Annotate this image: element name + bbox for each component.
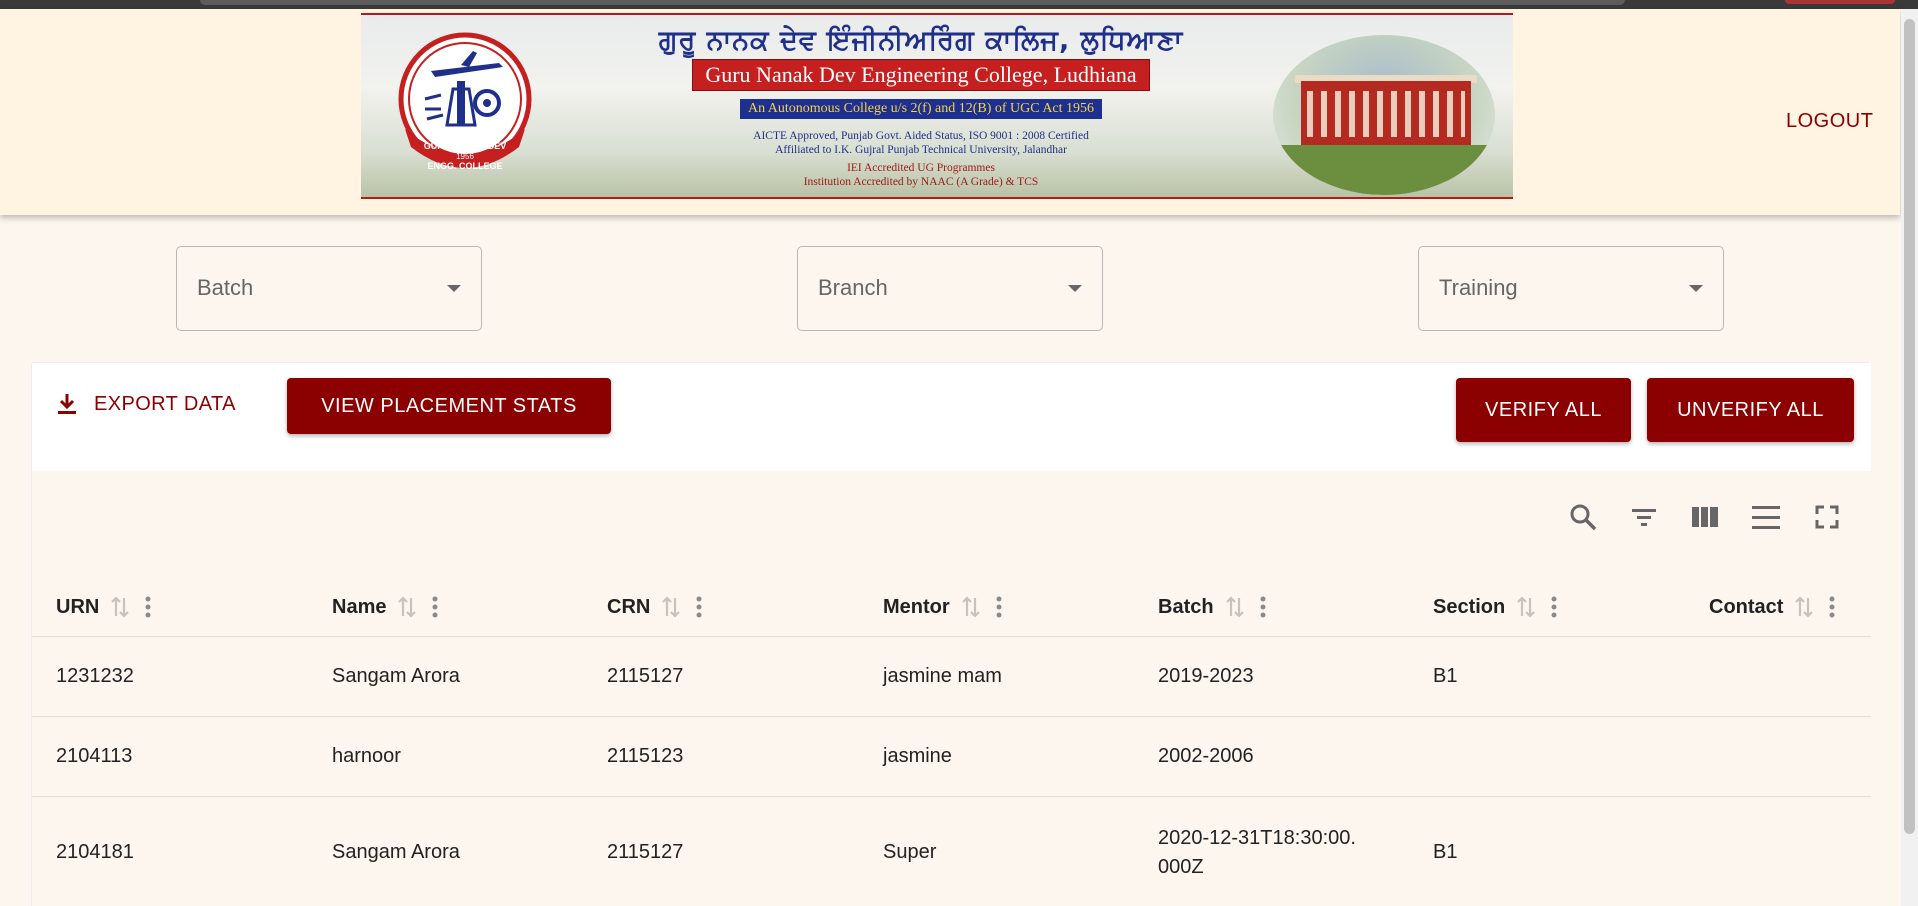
chevron-down-icon xyxy=(1068,285,1082,292)
chevron-down-icon xyxy=(447,285,461,292)
browser-top-strip xyxy=(0,0,1918,9)
column-header-label[interactable]: Name xyxy=(332,596,386,619)
training-select[interactable]: Training xyxy=(1418,246,1724,331)
batch-select-label: Batch xyxy=(197,275,254,300)
table-row[interactable]: 1231232 Sangam Arora 2115127 jasmine mam… xyxy=(32,637,1871,717)
table-row[interactable]: 2104113 harnoor 2115123 jasmine 2002-200… xyxy=(32,717,1871,797)
column-header-mentor: Mentor xyxy=(883,577,1002,637)
filter-icon[interactable] xyxy=(1628,501,1660,533)
cell-section: B1 xyxy=(1433,665,1458,687)
table-toolbar-icons xyxy=(1567,501,1843,533)
browser-tab-pill[interactable] xyxy=(1785,0,1895,4)
cell-crn: 2115127 xyxy=(607,841,684,863)
sort-icon[interactable] xyxy=(660,595,682,619)
banner-text-block: ਗੁਰੂ ਨਾਨਕ ਦੇਵ ਇੰਜੀਨੀਅਰਿੰਗ ਕਾਲਿਜ, ਲੁਧਿਆਣਾ… xyxy=(551,15,1291,197)
column-header-batch: Batch xyxy=(1158,577,1266,637)
college-logo-icon: GURU NANAK DEV 1956 ENGG. COLLEGE xyxy=(398,32,532,171)
sort-icon[interactable] xyxy=(396,595,418,619)
cell-urn: 2104113 xyxy=(56,745,133,767)
column-header-label[interactable]: CRN xyxy=(607,596,650,619)
cell-batch: 2019-2023 xyxy=(1158,665,1254,687)
cell-crn: 2115127 xyxy=(607,665,684,687)
batch-select[interactable]: Batch xyxy=(176,246,482,331)
college-banner: GURU NANAK DEV 1956 ENGG. COLLEGE ਗੁਰੂ ਨ… xyxy=(361,13,1513,199)
search-icon[interactable] xyxy=(1567,501,1599,533)
more-vert-icon[interactable] xyxy=(1551,596,1557,618)
banner-line-affiliation: Affiliated to I.K. Gujral Punjab Technic… xyxy=(775,144,1067,156)
column-header-urn: URN xyxy=(56,577,151,637)
more-vert-icon[interactable] xyxy=(432,596,438,618)
more-vert-icon[interactable] xyxy=(996,596,1002,618)
columns-icon[interactable] xyxy=(1689,501,1721,533)
sort-icon[interactable] xyxy=(1515,595,1537,619)
college-building-image xyxy=(1273,35,1495,195)
cell-batch: 2020-12-31T18:30:00.000Z xyxy=(1158,826,1356,878)
cell-urn: 1231232 xyxy=(56,665,134,687)
browser-address-bar[interactable] xyxy=(200,0,1625,5)
banner-line-iei: IEI Accredited UG Programmes xyxy=(847,162,995,174)
branch-select-label: Branch xyxy=(818,275,888,300)
svg-text:GURU NANAK DEV: GURU NANAK DEV xyxy=(424,141,507,151)
cell-mentor: Super xyxy=(883,841,937,863)
banner-english-title: Guru Nanak Dev Engineering College, Ludh… xyxy=(692,59,1150,91)
sort-icon[interactable] xyxy=(960,595,982,619)
sort-icon[interactable] xyxy=(1224,595,1246,619)
scrollbar-thumb[interactable] xyxy=(1904,19,1915,834)
more-vert-icon[interactable] xyxy=(696,596,702,618)
cell-name: Sangam Arora xyxy=(332,841,460,863)
page-scrollbar[interactable] xyxy=(1901,9,1918,906)
sort-icon[interactable] xyxy=(1793,595,1815,619)
banner-autonomous-line: An Autonomous College u/s 2(f) and 12(B)… xyxy=(739,99,1103,119)
more-vert-icon[interactable] xyxy=(145,596,151,618)
column-header-label[interactable]: Contact xyxy=(1709,596,1783,619)
cell-section: B1 xyxy=(1433,841,1458,863)
app-header: GURU NANAK DEV 1956 ENGG. COLLEGE ਗੁਰੂ ਨ… xyxy=(0,9,1900,215)
export-data-button[interactable]: EXPORT DATA xyxy=(56,392,236,416)
banner-punjabi-title: ਗੁਰੂ ਨਾਨਕ ਦੇਵ ਇੰਜੀਨੀਅਰਿੰਗ ਕਾਲਿਜ, ਲੁਧਿਆਣਾ xyxy=(658,25,1184,56)
logout-button[interactable]: LOGOUT xyxy=(1786,110,1873,133)
cell-mentor: jasmine xyxy=(883,745,952,767)
column-header-label[interactable]: Section xyxy=(1433,596,1505,619)
download-icon xyxy=(58,394,76,414)
training-select-label: Training xyxy=(1439,275,1518,300)
sort-icon[interactable] xyxy=(109,595,131,619)
banner-line-aicte: AICTE Approved, Punjab Govt. Aided Statu… xyxy=(753,130,1089,142)
fullscreen-icon[interactable] xyxy=(1811,501,1843,533)
density-icon[interactable] xyxy=(1750,501,1782,533)
cell-urn: 2104181 xyxy=(56,841,134,863)
students-table-card: EXPORT DATA VIEW PLACEMENT STATS VERIFY … xyxy=(31,362,1871,906)
svg-text:ENGG. COLLEGE: ENGG. COLLEGE xyxy=(427,161,502,171)
chevron-down-icon xyxy=(1689,285,1703,292)
verify-all-button[interactable]: VERIFY ALL xyxy=(1456,378,1631,442)
unverify-all-button[interactable]: UNVERIFY ALL xyxy=(1647,378,1854,442)
cell-crn: 2115123 xyxy=(607,745,684,767)
column-header-label[interactable]: Mentor xyxy=(883,596,950,619)
column-header-name: Name xyxy=(332,577,438,637)
cell-batch: 2002-2006 xyxy=(1158,745,1254,767)
table-row[interactable]: 2104181 Sangam Arora 2115127 Super 2020-… xyxy=(32,797,1871,906)
export-data-label: EXPORT DATA xyxy=(94,392,236,415)
column-header-label[interactable]: URN xyxy=(56,596,99,619)
cell-mentor: jasmine mam xyxy=(883,665,1002,687)
column-header-label[interactable]: Batch xyxy=(1158,596,1214,619)
cell-name: Sangam Arora xyxy=(332,665,460,687)
column-header-crn: CRN xyxy=(607,577,702,637)
more-vert-icon[interactable] xyxy=(1829,596,1835,618)
column-header-contact: Contact xyxy=(1709,577,1835,637)
branch-select[interactable]: Branch xyxy=(797,246,1103,331)
svg-text:1956: 1956 xyxy=(456,152,474,161)
banner-line-naac: Institution Accredited by NAAC (A Grade)… xyxy=(803,176,1039,188)
data-table: URN Name CRN Mentor Batch Section Contac… xyxy=(32,471,1871,906)
view-placement-stats-button[interactable]: VIEW PLACEMENT STATS xyxy=(287,378,611,434)
table-actions-bar: EXPORT DATA VIEW PLACEMENT STATS VERIFY … xyxy=(32,363,1871,471)
more-vert-icon[interactable] xyxy=(1260,596,1266,618)
table-header-row: URN Name CRN Mentor Batch Section Contac… xyxy=(32,577,1871,637)
cell-name: harnoor xyxy=(332,745,401,767)
column-header-section: Section xyxy=(1433,577,1557,637)
